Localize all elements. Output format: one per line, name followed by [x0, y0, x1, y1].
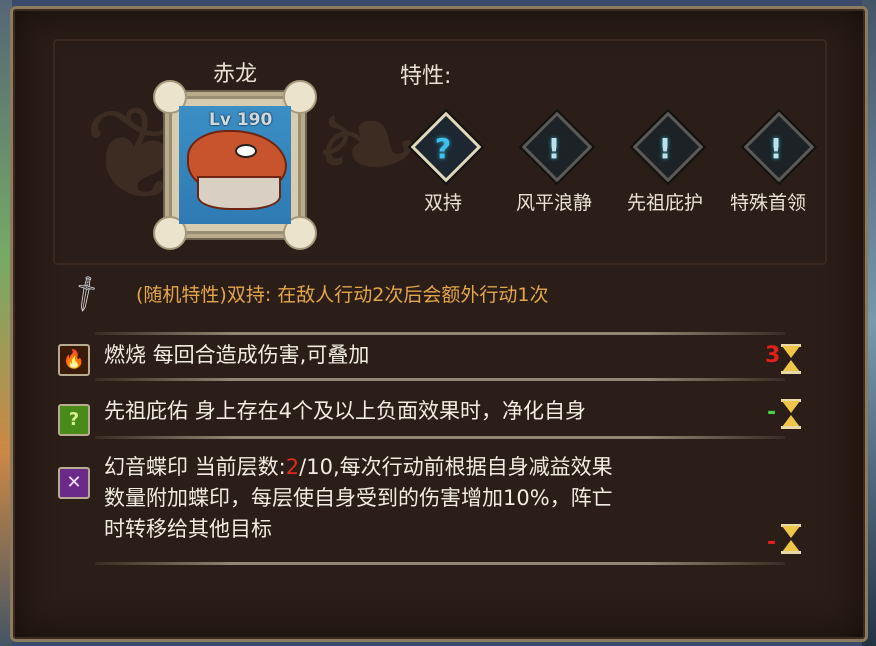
- trait-glyph: ?: [434, 132, 452, 165]
- divider: [95, 562, 785, 565]
- trait-item-calm-seas[interactable]: ! 风平浪静: [505, 111, 601, 222]
- trait-description-text: (随机特性)双持: 在敌人行动2次后会额外行动1次: [136, 284, 549, 306]
- effect-name: 幻音蝶印: [104, 455, 188, 479]
- effect-name: 先祖庇佑: [104, 399, 188, 423]
- red-dragon-portrait-icon: Lv 190: [179, 106, 291, 224]
- effect-turns: -: [767, 400, 777, 425]
- trait-label: 特殊首领: [729, 192, 806, 214]
- effect-name: 燃烧: [104, 343, 146, 367]
- divider: [95, 332, 785, 335]
- level-badge: Lv 190: [209, 110, 273, 130]
- effect-line-2: 数量附加蝶印，每层使自身受到的伤害增加10%，阵亡: [104, 486, 613, 510]
- trait-label: 先祖庇护: [626, 192, 703, 214]
- trait-item-ancestor-protection[interactable]: ! 先祖庇护: [616, 111, 712, 222]
- divider: [95, 378, 785, 381]
- hourglass-icon: [781, 524, 801, 554]
- trait-glyph: !: [769, 132, 783, 165]
- divider: [95, 436, 785, 439]
- effect-burn: 燃烧 每回合造成伤害,可叠加: [104, 340, 369, 371]
- effect-desc: 每回合造成伤害,可叠加: [152, 343, 370, 367]
- trait-glyph: !: [547, 132, 561, 165]
- trait-glyph: !: [658, 132, 672, 165]
- effect-ancestor-blessing: 先祖庇佑 身上存在4个及以上负面效果时，净化自身: [104, 396, 586, 427]
- trait-label: 双持: [423, 192, 462, 214]
- effect-line-1: 幻音蝶印 当前层数:2/10,每次行动前根据自身减益效果: [104, 452, 764, 483]
- fire-icon[interactable]: 🔥: [58, 344, 90, 376]
- dragon-eye: [235, 144, 257, 158]
- traits-title: 特性:: [400, 64, 452, 89]
- effect-desc-rest: /10,每次行动前根据自身减益效果: [299, 455, 613, 479]
- effect-desc-prefix: 当前层数:: [194, 455, 286, 479]
- character-portrait[interactable]: Lv 190: [153, 80, 317, 250]
- question-icon[interactable]: ?: [58, 404, 90, 436]
- dragon-jaw: [197, 176, 281, 210]
- effect-turns: 3: [765, 343, 781, 368]
- trait-item-dual-wield[interactable]: ? 双持: [394, 111, 490, 222]
- hourglass-icon: [781, 399, 801, 429]
- trait-item-special-boss[interactable]: ! 特殊首领: [727, 111, 823, 222]
- effect-desc: 身上存在4个及以上负面效果时，净化自身: [194, 399, 587, 423]
- character-info-panel: ❦ ❧: [10, 6, 868, 642]
- hourglass-icon: [781, 344, 801, 374]
- character-name: 赤龙: [212, 62, 257, 87]
- butterfly-seal-icon[interactable]: ✕: [58, 467, 90, 499]
- stack-count: 2: [285, 455, 300, 479]
- effect-butterfly-seal: 幻音蝶印 当前层数:2/10,每次行动前根据自身减益效果 数量附加蝶印，每层使自…: [104, 452, 764, 545]
- trait-label: 风平浪静: [515, 192, 592, 214]
- effect-turns: -: [767, 530, 777, 555]
- effect-line-3: 时转移给其他目标: [104, 517, 272, 541]
